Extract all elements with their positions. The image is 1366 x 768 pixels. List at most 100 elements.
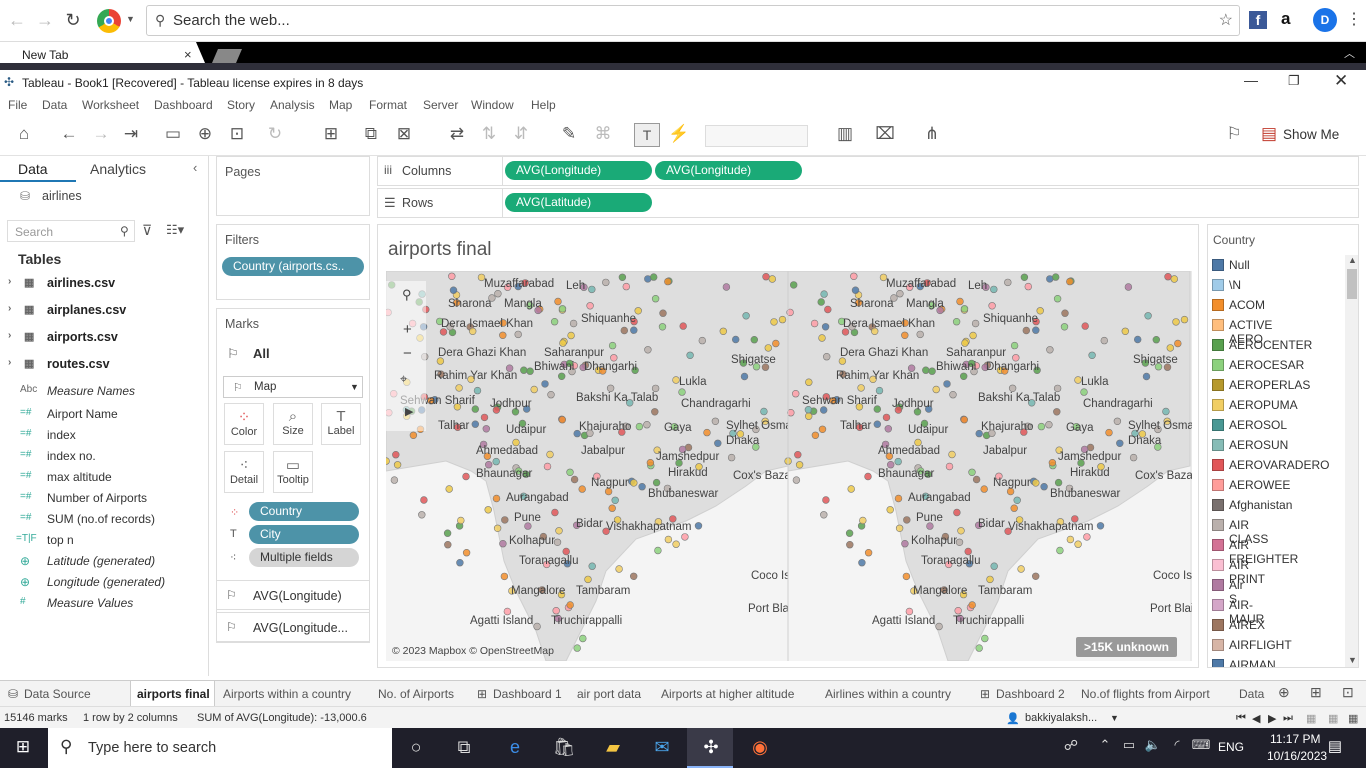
tab-airlines-within-country[interactable]: Airlines within a country	[825, 687, 951, 701]
tab-dashboard-2[interactable]: Dashboard 2	[996, 687, 1065, 701]
marks-all-label[interactable]: All	[253, 346, 270, 361]
sheet-sorter-icon[interactable]: ▦	[1328, 712, 1338, 725]
table-item[interactable]: › ▦ airplanes.csv	[0, 298, 209, 322]
field-item[interactable]: =# Airport Name	[0, 404, 209, 424]
tab-data[interactable]: Data	[18, 161, 48, 177]
collapse-pane-icon[interactable]: ‹	[193, 160, 197, 175]
scroll-down-icon[interactable]: ▼	[1348, 655, 1357, 665]
show-me-icon[interactable]: ▤	[1256, 124, 1282, 144]
zoom-out-icon[interactable]: −	[403, 345, 412, 362]
marks-subcard-longitude-1[interactable]: ⚐ AVG(Longitude)	[216, 580, 370, 610]
pages-card[interactable]: Pages	[216, 156, 370, 216]
menu-analysis[interactable]: Analysis	[270, 98, 315, 112]
file-explorer-icon[interactable]: ▰	[598, 737, 628, 758]
menu-window[interactable]: Window	[471, 98, 514, 112]
notifications-icon[interactable]: ▤	[1320, 737, 1350, 755]
new-worksheet-icon[interactable]: ⊞	[318, 124, 344, 144]
group-members-icon[interactable]: ⌘	[590, 124, 616, 144]
expand-toolbar-icon[interactable]: ▶	[405, 405, 413, 418]
column-pill[interactable]: AVG(Longitude)	[655, 161, 802, 180]
field-item[interactable]: Abc Measure Names	[0, 381, 209, 401]
table-item[interactable]: › ▦ airports.csv	[0, 325, 209, 349]
pin-icon[interactable]: ⚐	[1221, 124, 1247, 144]
clock-date[interactable]: 10/16/2023	[1267, 749, 1327, 763]
amazon-icon[interactable]: a	[1281, 9, 1290, 29]
status-user[interactable]: bakkiyalaksh...	[1025, 712, 1097, 724]
reset-map-icon[interactable]: ⌖	[400, 371, 407, 387]
show-cards-icon[interactable]: ▥	[832, 124, 858, 144]
tab-data-source[interactable]: Data Source	[24, 687, 91, 701]
field-item[interactable]: =T|F top n	[0, 530, 209, 550]
windows-start-icon[interactable]: ⊞	[8, 737, 38, 757]
encoding-pill-city[interactable]: City	[249, 525, 359, 544]
language-indicator[interactable]: ENG	[1218, 740, 1244, 754]
view-options-icon[interactable]: ☷▾	[166, 222, 184, 238]
tab-air-port-data[interactable]: air port data	[577, 687, 641, 701]
scroll-up-icon[interactable]: ▲	[1348, 255, 1357, 265]
rows-shelf[interactable]: ☰ Rows AVG(Latitude)	[377, 188, 1359, 218]
undo-icon[interactable]: ←	[56, 124, 82, 144]
prev-sheet-icon[interactable]: ◀	[1252, 712, 1260, 725]
edge-icon[interactable]: e	[500, 737, 530, 758]
close-window-icon[interactable]: ✕	[1334, 71, 1348, 91]
task-view-icon[interactable]: ⧉	[449, 737, 479, 758]
tab-data-truncated[interactable]: Data	[1239, 687, 1264, 701]
menu-story[interactable]: Story	[227, 98, 255, 112]
map-view[interactable]: Muzaffarabad Leh Sharona Mangla Dera Ismael …	[386, 271, 1192, 661]
expand-icon[interactable]: ›	[8, 303, 11, 314]
expand-icon[interactable]: ›	[8, 357, 11, 368]
taskbar-search[interactable]: ⚲ Type here to search	[48, 728, 392, 768]
duplicate-sheet-icon[interactable]: ⧉	[358, 124, 384, 144]
tab-airports-final[interactable]: airports final	[137, 687, 210, 701]
sort-ascending-icon[interactable]: ⇅	[476, 124, 502, 144]
field-item[interactable]: ⊕ Latitude (generated)	[0, 551, 209, 571]
encoding-pill-country[interactable]: Country	[249, 502, 359, 521]
menu-map[interactable]: Map	[329, 98, 352, 112]
search-map-icon[interactable]: ⚲	[402, 287, 412, 303]
pause-updates-icon[interactable]: ⊡	[224, 124, 250, 144]
restore-icon[interactable]: ❐	[1288, 73, 1300, 89]
filter-icon[interactable]: ⊽	[142, 222, 152, 239]
reload-icon[interactable]: ↻	[62, 10, 84, 31]
tableau-app-icon[interactable]: ✣	[696, 737, 726, 758]
filmstrip-view-icon[interactable]: ▦	[1306, 712, 1316, 725]
fix-axes-icon[interactable]: ⚡	[666, 124, 692, 144]
tab-analytics[interactable]: Analytics	[90, 161, 146, 177]
firefox-icon[interactable]: ◉	[745, 737, 775, 758]
field-item[interactable]: ⊕ Longitude (generated)	[0, 572, 209, 592]
swap-rows-columns-icon[interactable]: ⇄	[444, 124, 470, 144]
more-menu-icon[interactable]: ⋮	[1346, 9, 1362, 29]
menu-data[interactable]: Data	[42, 98, 67, 112]
chevron-down-icon[interactable]: ▼	[126, 14, 135, 24]
clock-time[interactable]: 11:17 PM	[1270, 732, 1320, 746]
menu-help[interactable]: Help	[531, 98, 556, 112]
tab-airports-higher-altitude[interactable]: Airports at higher altitude	[661, 687, 794, 701]
tab-flights-from-airport[interactable]: No.of flights from Airport	[1081, 687, 1210, 701]
show-mark-labels-icon[interactable]: T	[634, 123, 660, 147]
table-item[interactable]: › ▦ routes.csv	[0, 352, 209, 376]
refresh-icon[interactable]: ↻	[262, 124, 288, 144]
detail-button[interactable]: ⁖ Detail	[224, 451, 264, 493]
field-item[interactable]: =# Number of Airports	[0, 488, 209, 508]
row-pill[interactable]: AVG(Latitude)	[505, 193, 652, 212]
clear-sheet-icon[interactable]: ⊠	[391, 124, 417, 144]
datasource-name[interactable]: airlines	[42, 189, 82, 203]
field-item[interactable]: # Measure Values	[0, 593, 209, 613]
last-sheet-icon[interactable]: ⏭	[1283, 712, 1293, 725]
home-icon[interactable]: ⌂	[11, 124, 37, 144]
field-item[interactable]: =# index no.	[0, 446, 209, 466]
size-button[interactable]: ⌕ Size	[273, 403, 313, 445]
field-item[interactable]: =# SUM (no.of records)	[0, 509, 209, 529]
scroll-thumb[interactable]	[1347, 269, 1357, 299]
menu-file[interactable]: File	[8, 98, 27, 112]
field-item[interactable]: =# max altitude	[0, 467, 209, 487]
replay-icon[interactable]: ⇥	[118, 124, 144, 144]
expand-icon[interactable]: ›	[8, 276, 11, 287]
presentation-mode-icon[interactable]: ⌧	[872, 124, 898, 144]
tab-airports-within-country[interactable]: Airports within a country	[223, 687, 351, 701]
fit-dropdown[interactable]	[705, 125, 808, 147]
color-button[interactable]: ⁘ Color	[224, 403, 264, 445]
new-story-tab-icon[interactable]: ⊡	[1342, 684, 1354, 701]
chevron-down-icon[interactable]: ▼	[1110, 713, 1119, 723]
back-icon[interactable]: ←	[6, 10, 28, 31]
